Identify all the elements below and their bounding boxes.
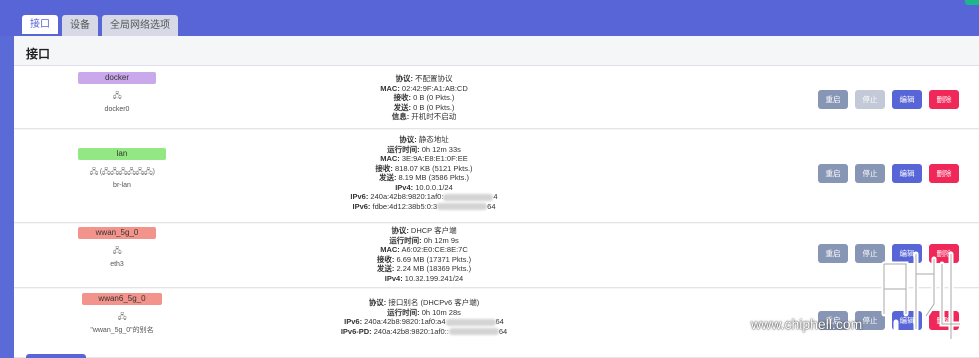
status-line: 发送: 8.19 MB (3586 Pkts.) (378, 173, 470, 182)
status-line: 协议: 接口别名 (DHCPv6 客户端) (368, 298, 480, 307)
tab-devices[interactable]: 设备 (62, 15, 98, 36)
network-port-icon: 🖧 (112, 246, 122, 255)
interface-device: br-lan (113, 182, 131, 189)
interfaces-panel: 接口 docker 🖧 docker0 协议: 不配置协议 MAC: 02:42:9F:… (14, 36, 979, 358)
delete-button[interactable]: 删除 (929, 164, 959, 183)
status-line: IPv6: 240a:42b8:9820:1af0:a4 64 (344, 317, 504, 326)
status-line: 接收: 818.07 KB (5121 Pkts.) (375, 163, 473, 173)
row-actions: 重启 停止 编辑 删除 (818, 90, 959, 109)
interface-name-badge: lan (78, 148, 166, 160)
corner-button[interactable] (965, 0, 979, 5)
status-line: 接收: 0 B (0 Pkts.) (393, 93, 455, 102)
edit-button[interactable]: 编辑 (892, 164, 922, 183)
interface-row: docker 🖧 docker0 协议: 不配置协议 MAC: 02:42:9F:A1:… (14, 66, 979, 129)
restart-button[interactable]: 重启 (818, 90, 848, 109)
status-line: 运行时间: 0h 12m 9s (389, 235, 459, 245)
tab-global-options[interactable]: 全局网络选项 (102, 15, 178, 36)
redacted-blur (448, 328, 499, 336)
interface-device: eth3 (110, 261, 124, 268)
interface-identity: docker 🖧 docker0 (78, 72, 156, 114)
interface-identity: wwan_5g_0 🖧 eth3 (78, 227, 156, 269)
status-line: 协议: DHCP 客户端 (391, 226, 457, 235)
status-line: 发送: 0 B (0 Pkts.) (393, 102, 455, 112)
redacted-blur (445, 318, 496, 326)
status-line: MAC: 3E:9A:E8:E1:0F:EE (380, 154, 468, 163)
status-line: 接收: 6.69 MB (17371 Pkts.) (376, 254, 472, 264)
restart-button[interactable]: 重启 (818, 244, 848, 263)
interface-name-badge: wwan_5g_0 (78, 227, 156, 239)
interface-identity: lan 🖧 (🖧🖧🖧🖧🖧🖧) br-lan (78, 148, 166, 190)
status-line: IPv4: 10.0.0.1/24 (395, 182, 453, 192)
interface-row: lan 🖧 (🖧🖧🖧🖧🖧🖧) br-lan 协议: 静态地址 运行时间: 0h 12m … (14, 130, 979, 223)
interface-name-badge: wwan6_5g_0 (82, 293, 162, 305)
redacted-blur (443, 193, 494, 201)
stop-button[interactable]: 停止 (855, 164, 885, 183)
status-line: IPv6: 240a:42b8:9820:1af0: 4 (350, 192, 498, 201)
tab-interfaces[interactable]: 接口 (22, 15, 58, 36)
status-line: IPv6: fdbe:4d12:38b5:0:3 64 (352, 201, 496, 211)
stop-button[interactable]: 停止 (855, 90, 885, 109)
network-port-icon: 🖧 (112, 91, 122, 100)
status-line: MAC: A6:02:E0:CE:8E:7C (380, 245, 468, 254)
status-line: 协议: 静态地址 (399, 135, 449, 144)
top-bar: 接口 设备 全局网络选项 (0, 0, 979, 36)
network-port-icon: 🖧 (117, 312, 127, 321)
interface-identity: wwan6_5g_0 🖧 "wwan_5g_0"的别名 (82, 293, 162, 335)
interface-status: 协议: 不配置协议 MAC: 02:42:9F:A1:AB:CD 接收: 0 B (… (274, 74, 574, 122)
watermark-text: www.chiphell.com (751, 316, 863, 332)
restart-button[interactable]: 重启 (818, 164, 848, 183)
status-line: IPv6-PD: 240a:42b8:9820:1af0:: 64 (340, 326, 508, 336)
status-line: IPv4: 10.32.199.241/24 (384, 273, 464, 283)
tab-bar: 接口 设备 全局网络选项 (22, 15, 178, 36)
interface-status: 协议: 接口别名 (DHCPv6 客户端) 运行时间: 0h 10m 28s IPv… (274, 298, 574, 336)
interface-device: docker0 (104, 106, 130, 113)
delete-button[interactable]: 删除 (929, 90, 959, 109)
interface-name-badge: docker (78, 72, 156, 84)
save-button[interactable] (26, 354, 86, 358)
status-line: 运行时间: 0h 10m 28s (387, 307, 461, 317)
network-port-icon: 🖧 (🖧🖧🖧🖧🖧🖧) (89, 167, 156, 176)
status-line: 运行时间: 0h 12m 33s (387, 144, 461, 154)
status-line: 发送: 2.24 MB (18369 Pkts.) (376, 264, 472, 273)
chiphell-logo-icon (881, 251, 963, 347)
interface-row: wwan_5g_0 🖧 eth3 协议: DHCP 客户端 运行时间: 0h 12m 9… (14, 224, 979, 288)
status-line: MAC: 02:42:9F:A1:AB:CD (380, 83, 468, 93)
status-line: 信息: 开机时不启动 (391, 112, 457, 121)
row-actions: 重启 停止 编辑 删除 (818, 164, 959, 183)
interface-status: 协议: 静态地址 运行时间: 0h 12m 33s MAC: 3E:9A:E8:E1… (274, 135, 574, 211)
redacted-blur (437, 203, 488, 211)
interface-status: 协议: DHCP 客户端 运行时间: 0h 12m 9s MAC: A6:02:E0… (274, 226, 574, 283)
edit-button[interactable]: 编辑 (892, 90, 922, 109)
status-line: 协议: 不配置协议 (395, 74, 453, 83)
page-title: 接口 (26, 47, 51, 61)
interface-device: "wwan_5g_0"的别名 (90, 327, 154, 334)
